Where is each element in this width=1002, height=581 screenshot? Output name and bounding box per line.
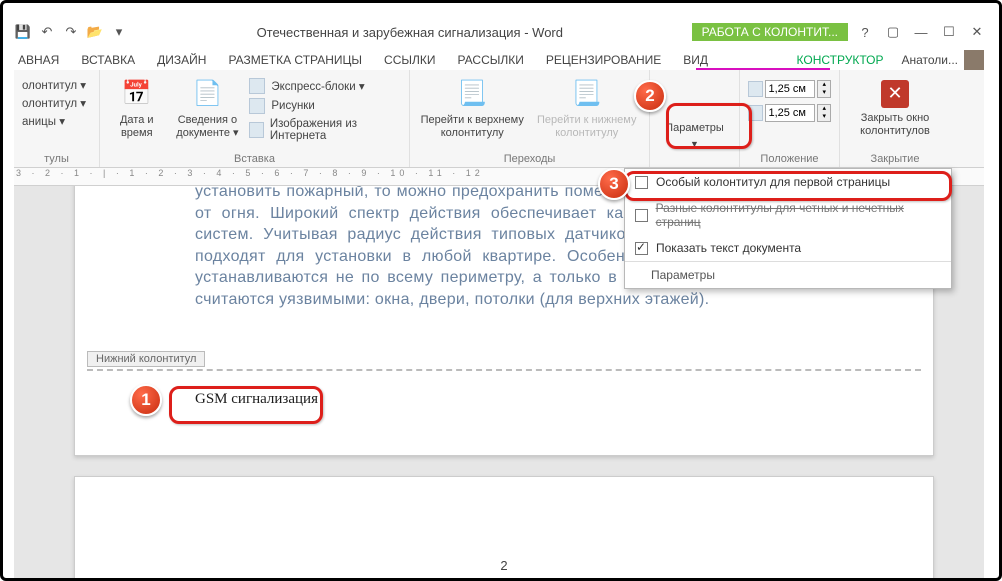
user-name: Анатоли... [901, 53, 958, 67]
tab-mailings[interactable]: РАССЫЛКИ [453, 50, 527, 70]
header-from-top-input[interactable] [765, 80, 815, 98]
contextual-tab-header: РАБОТА С КОЛОНТИТ... [692, 23, 848, 41]
page-2: 2 [74, 476, 934, 578]
tab-insert[interactable]: ВСТАВКА [77, 50, 139, 70]
avatar [964, 50, 984, 70]
checkbox-checked-icon[interactable] [635, 242, 648, 255]
callout-2: 2 [634, 80, 666, 112]
group-navigation: 📃 Перейти к верхнему колонтитулу 📃 Перей… [410, 70, 650, 167]
tab-constructor[interactable]: КОНСТРУКТОР [793, 50, 888, 70]
group-label: Закрытие [848, 151, 942, 165]
checkbox-icon[interactable] [635, 209, 648, 222]
goto-header-button[interactable]: 📃 Перейти к верхнему колонтитулу [418, 74, 527, 151]
option-show-document-text[interactable]: Показать текст документа [625, 235, 951, 261]
callout-1: 1 [130, 384, 162, 416]
quick-parts-button[interactable]: Экспресс-блоки ▾ [249, 78, 401, 94]
save-icon[interactable]: 💾 [14, 23, 32, 41]
date-time-button[interactable]: 📅 Дата и время [108, 74, 165, 151]
doc-up-icon: 📃 [456, 78, 488, 110]
option-different-odd-even[interactable]: Разные колонтитулы для четных и нечетных… [625, 195, 951, 235]
footer-button[interactable]: олонтитул ▾ [22, 96, 91, 110]
group-label: тулы [22, 151, 91, 165]
pictures-button[interactable]: Рисунки [249, 98, 401, 114]
document-title: Отечественная и зарубежная сигнализация … [128, 25, 692, 40]
highlight-box-3 [624, 171, 952, 201]
title-bar: 💾 ↶ ↷ 📂 ▾ Отечественная и зарубежная сиг… [14, 18, 984, 46]
qat-customize-icon[interactable]: ▾ [110, 23, 128, 41]
account-menu[interactable]: Анатоли... [901, 50, 984, 70]
group-label: Переходы [418, 151, 641, 165]
maximize-icon[interactable]: ☐ [942, 25, 956, 39]
doc-info-icon: 📄 [191, 78, 223, 110]
group-position: ▴▾ ▴▾ Положение [740, 70, 840, 167]
help-icon[interactable]: ? [858, 25, 872, 39]
close-icon[interactable]: ✕ [970, 25, 984, 39]
minimize-icon[interactable]: — [914, 25, 928, 39]
document-info-button[interactable]: 📄 Сведения о документе ▾ [171, 74, 243, 151]
close-header-footer-button[interactable]: ✕ Закрыть окно колонтитулов [848, 74, 942, 151]
page-number-button[interactable]: аницы ▾ [22, 114, 91, 128]
ribbon-options-icon[interactable]: ▢ [886, 25, 900, 39]
header-button[interactable]: олонтитул ▾ [22, 78, 91, 92]
tab-page-layout[interactable]: РАЗМЕТКА СТРАНИЦЫ [224, 50, 366, 70]
tab-review[interactable]: РЕЦЕНЗИРОВАНИЕ [542, 50, 665, 70]
highlight-box-1 [169, 386, 323, 424]
footer-from-bottom-spinner[interactable]: ▴▾ [748, 104, 831, 122]
footer-label-tab: Нижний колонтитул [87, 351, 205, 367]
calendar-icon: 📅 [121, 78, 153, 110]
open-icon[interactable]: 📂 [86, 23, 104, 41]
footer-separator [87, 369, 921, 371]
picture-icon [249, 98, 265, 114]
tab-home[interactable]: АВНАЯ [14, 50, 63, 70]
quick-access-toolbar: 💾 ↶ ↷ 📂 ▾ [14, 23, 128, 41]
redo-icon[interactable]: ↷ [62, 23, 80, 41]
dropdown-footer: Параметры [625, 261, 951, 288]
tab-view[interactable]: ВИД [679, 50, 712, 70]
close-x-icon: ✕ [881, 80, 909, 108]
header-from-top-spinner[interactable]: ▴▾ [748, 80, 831, 98]
goto-footer-button: 📃 Перейти к нижнему колонтитулу [533, 74, 642, 151]
tab-design[interactable]: ДИЗАЙН [153, 50, 210, 70]
tab-references[interactable]: ССЫЛКИ [380, 50, 439, 70]
margin-top-icon [748, 81, 763, 97]
group-label: Вставка [108, 151, 401, 165]
quickparts-icon [249, 78, 265, 94]
globe-icon [249, 122, 264, 138]
ribbon-tabs: АВНАЯ ВСТАВКА ДИЗАЙН РАЗМЕТКА СТРАНИЦЫ С… [14, 46, 984, 70]
ribbon: олонтитул ▾ олонтитул ▾ аницы ▾ тулы 📅 Д… [14, 70, 984, 168]
highlight-box-2 [666, 103, 752, 149]
online-pictures-button[interactable]: Изображения из Интернета [249, 118, 401, 142]
callout-3: 3 [598, 168, 630, 200]
page-number: 2 [75, 558, 933, 573]
footer-from-bottom-input[interactable] [765, 104, 815, 122]
undo-icon[interactable]: ↶ [38, 23, 56, 41]
group-label: Положение [748, 151, 831, 165]
group-close: ✕ Закрыть окно колонтитулов Закрытие [840, 70, 950, 167]
doc-down-icon: 📃 [571, 78, 603, 110]
group-header-footer: олонтитул ▾ олонтитул ▾ аницы ▾ тулы [14, 70, 100, 167]
group-insert: 📅 Дата и время 📄 Сведения о документе ▾ … [100, 70, 410, 167]
